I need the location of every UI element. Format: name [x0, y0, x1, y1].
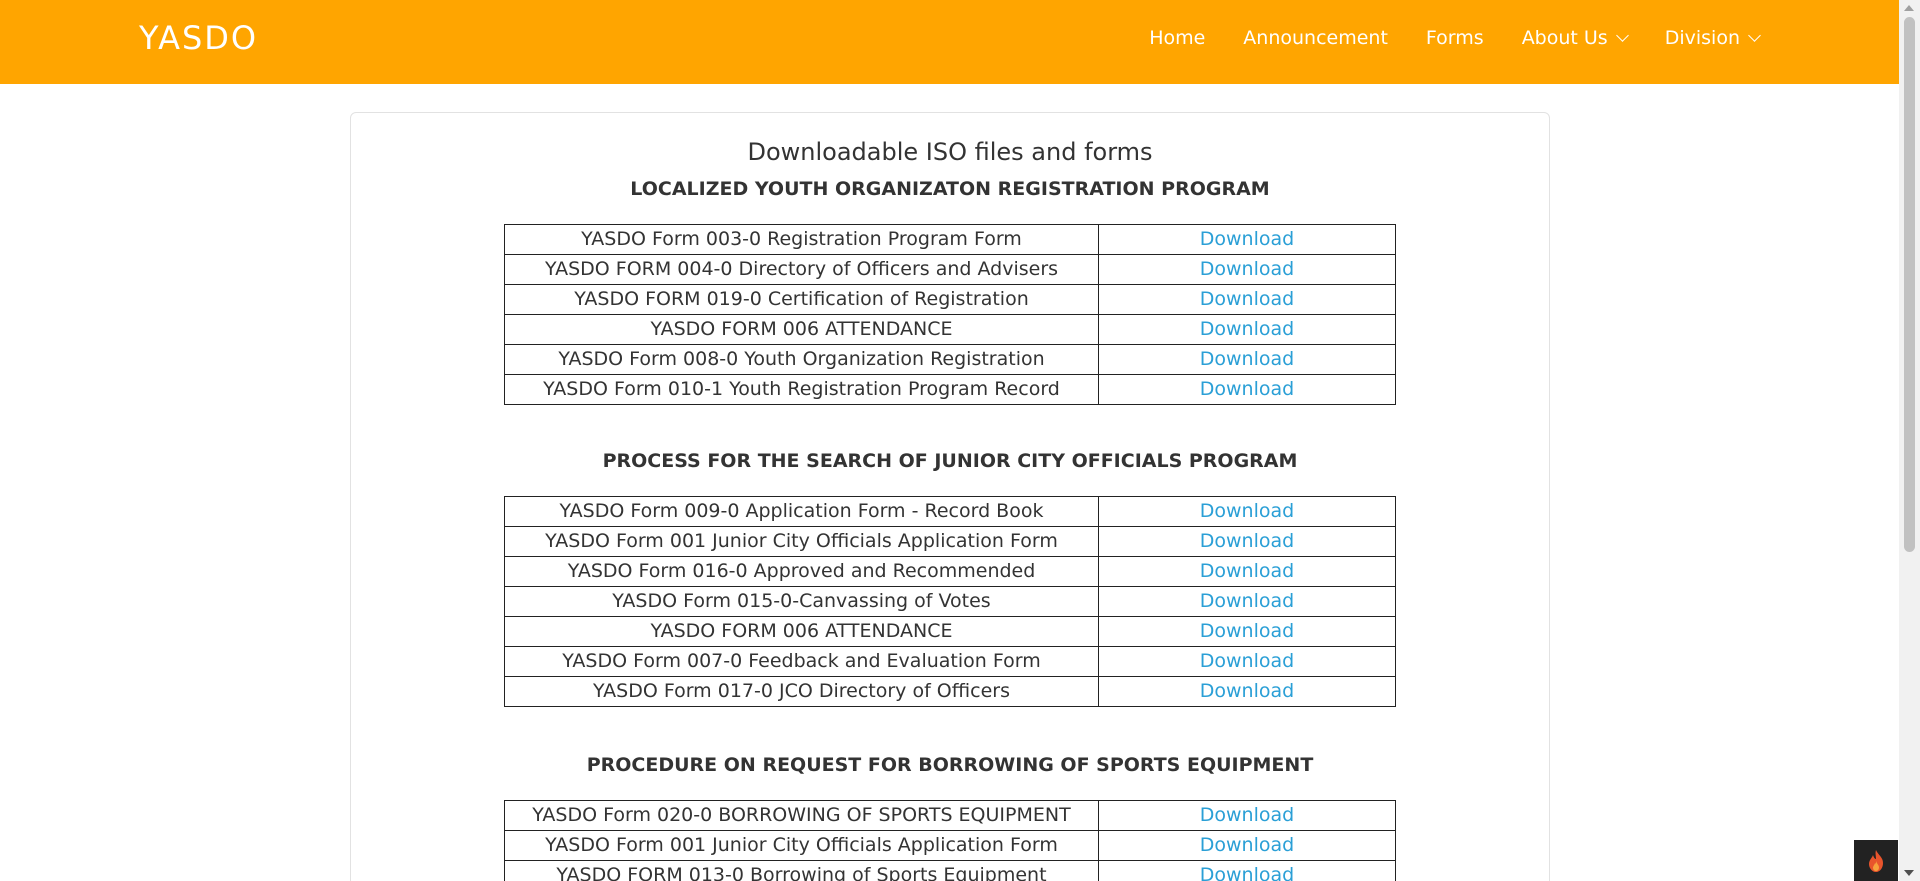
- floating-action-button[interactable]: [1854, 840, 1898, 881]
- nav-division-label: Division: [1664, 27, 1740, 49]
- main-nav: Home Announcement Forms About Us Divisio…: [1149, 24, 1761, 52]
- form-name: YASDO Form 007-0 Feedback and Evaluation…: [504, 646, 1099, 677]
- form-name: YASDO Form 001 Junior City Officials App…: [504, 830, 1099, 861]
- nav-about-us-dropdown[interactable]: About Us: [1521, 24, 1629, 52]
- forms-table: YASDO Form 020-0 BORROWING OF SPORTS EQU…: [504, 800, 1396, 881]
- table-row: YASDO Form 001 Junior City Officials App…: [504, 830, 1396, 861]
- form-name: YASDO FORM 013-0 Borrowing of Sports Equ…: [504, 860, 1099, 881]
- download-link[interactable]: Download: [1200, 228, 1294, 250]
- nav-forms-label: Forms: [1425, 27, 1484, 49]
- download-link[interactable]: Download: [1200, 530, 1294, 552]
- form-name: YASDO Form 015-0-Canvassing of Votes: [504, 586, 1099, 617]
- forms-table: YASDO Form 009-0 Application Form - Reco…: [504, 496, 1396, 707]
- download-link[interactable]: Download: [1200, 680, 1294, 702]
- page-title: Downloadable ISO files and forms: [747, 138, 1153, 166]
- form-name: YASDO FORM 006 ATTENDANCE: [504, 314, 1099, 345]
- chevron-down-icon: [1748, 29, 1761, 42]
- nav-home[interactable]: Home: [1149, 24, 1205, 52]
- form-name: YASDO Form 020-0 BORROWING OF SPORTS EQU…: [504, 800, 1099, 831]
- table-row: YASDO FORM 004-0 Directory of Officers a…: [504, 254, 1396, 285]
- table-row: YASDO Form 017-0 JCO Directory of Office…: [504, 676, 1396, 707]
- top-navbar: YASDO Home Announcement Forms About Us D…: [0, 0, 1899, 84]
- table-row: YASDO Form 001 Junior City Officials App…: [504, 526, 1396, 557]
- form-name: YASDO Form 003-0 Registration Program Fo…: [504, 224, 1099, 255]
- table-row: YASDO Form 008-0 Youth Organization Regi…: [504, 344, 1396, 375]
- form-name: YASDO Form 001 Junior City Officials App…: [504, 526, 1099, 557]
- form-name: YASDO Form 017-0 JCO Directory of Office…: [504, 676, 1099, 707]
- form-name: YASDO FORM 019-0 Certification of Regist…: [504, 284, 1099, 315]
- scroll-up-arrow-icon[interactable]: [1904, 5, 1914, 11]
- download-link[interactable]: Download: [1200, 590, 1294, 612]
- table-row: YASDO Form 016-0 Approved and Recommende…: [504, 556, 1396, 587]
- table-row: YASDO Form 015-0-Canvassing of Votes Dow…: [504, 586, 1396, 617]
- section-title: LOCALIZED YOUTH ORGANIZATON REGISTRATION…: [630, 178, 1270, 200]
- download-link[interactable]: Download: [1200, 620, 1294, 642]
- chevron-down-icon: [1615, 29, 1629, 42]
- download-link[interactable]: Download: [1200, 650, 1294, 672]
- table-row: YASDO FORM 013-0 Borrowing of Sports Equ…: [504, 860, 1396, 881]
- form-name: YASDO Form 008-0 Youth Organization Regi…: [504, 344, 1099, 375]
- nav-division-dropdown[interactable]: Division: [1664, 24, 1761, 52]
- section-title: PROCEDURE ON REQUEST FOR BORROWING OF SP…: [586, 754, 1314, 776]
- download-link[interactable]: Download: [1200, 500, 1294, 522]
- nav-forms[interactable]: Forms: [1426, 24, 1484, 52]
- form-name: YASDO Form 009-0 Application Form - Reco…: [504, 496, 1099, 527]
- scroll-down-arrow-icon[interactable]: [1904, 870, 1914, 876]
- nav-announcement-label: Announcement: [1243, 27, 1388, 49]
- forms-table: YASDO Form 003-0 Registration Program Fo…: [504, 224, 1396, 405]
- form-name: YASDO Form 016-0 Approved and Recommende…: [504, 556, 1099, 587]
- table-row: YASDO FORM 006 ATTENDANCE Download: [504, 616, 1396, 647]
- download-link[interactable]: Download: [1200, 378, 1294, 400]
- form-name: YASDO FORM 006 ATTENDANCE: [504, 616, 1099, 647]
- table-row: YASDO Form 003-0 Registration Program Fo…: [504, 224, 1396, 255]
- scroll-thumb[interactable]: [1904, 17, 1915, 552]
- download-link[interactable]: Download: [1200, 804, 1294, 826]
- fire-icon: [1869, 849, 1883, 872]
- form-name: YASDO Form 010-1 Youth Registration Prog…: [504, 374, 1099, 405]
- table-row: YASDO Form 009-0 Application Form - Reco…: [504, 496, 1396, 527]
- vertical-scrollbar[interactable]: [1899, 0, 1920, 881]
- table-row: YASDO Form 007-0 Feedback and Evaluation…: [504, 646, 1396, 677]
- table-row: YASDO FORM 019-0 Certification of Regist…: [504, 284, 1396, 315]
- page: YASDO Home Announcement Forms About Us D…: [0, 0, 1920, 881]
- table-row: YASDO Form 020-0 BORROWING OF SPORTS EQU…: [504, 800, 1396, 831]
- download-link[interactable]: Download: [1200, 318, 1294, 340]
- download-link[interactable]: Download: [1200, 864, 1294, 881]
- nav-announcement[interactable]: Announcement: [1243, 24, 1388, 52]
- table-row: YASDO FORM 006 ATTENDANCE Download: [504, 314, 1396, 345]
- download-link[interactable]: Download: [1200, 348, 1294, 370]
- download-link[interactable]: Download: [1200, 258, 1294, 280]
- download-link[interactable]: Download: [1200, 834, 1294, 856]
- table-row: YASDO Form 010-1 Youth Registration Prog…: [504, 374, 1396, 405]
- download-link[interactable]: Download: [1200, 560, 1294, 582]
- form-name: YASDO FORM 004-0 Directory of Officers a…: [504, 254, 1099, 285]
- brand-logo[interactable]: YASDO: [139, 18, 258, 58]
- forms-card: Downloadable ISO files and forms LOCALIZ…: [350, 112, 1550, 881]
- section-title: PROCESS FOR THE SEARCH OF JUNIOR CITY OF…: [602, 450, 1298, 472]
- nav-about-us-label: About Us: [1521, 27, 1608, 49]
- download-link[interactable]: Download: [1200, 288, 1294, 310]
- nav-home-label: Home: [1149, 27, 1206, 49]
